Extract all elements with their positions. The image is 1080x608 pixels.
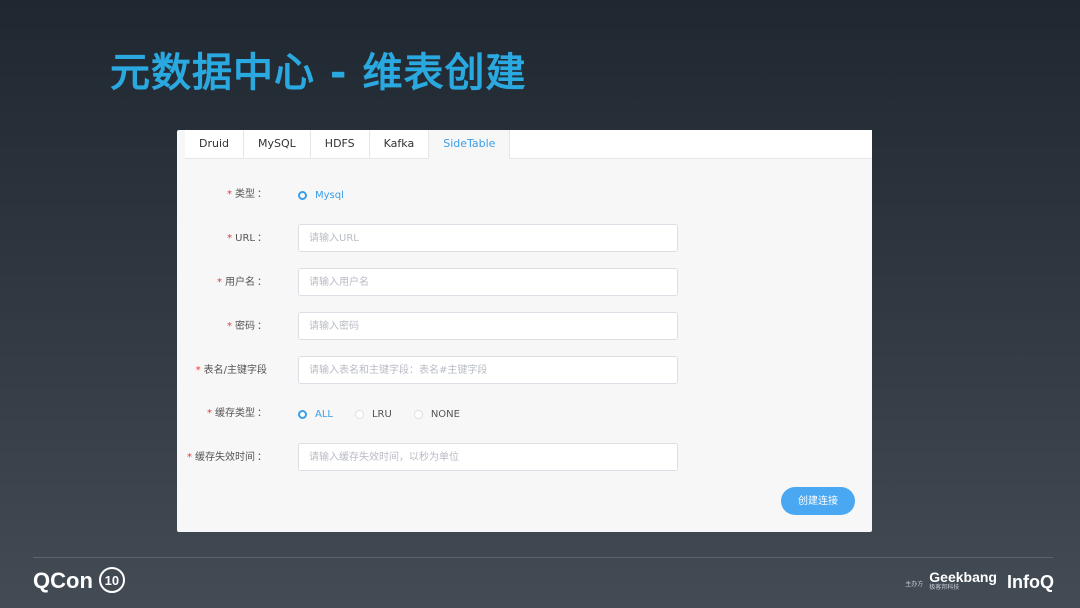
cache-ttl-row: * 缓存失效时间： bbox=[177, 443, 872, 473]
password-input[interactable] bbox=[298, 312, 678, 340]
colon: ： bbox=[257, 452, 267, 463]
cache-type-row: * 缓存类型： ALL LRU NONE bbox=[177, 399, 872, 429]
type-radio-group: Mysql bbox=[298, 180, 366, 210]
type-label-text: 类型 bbox=[235, 189, 255, 200]
radio-mysql-label: Mysql bbox=[315, 189, 344, 201]
url-input[interactable] bbox=[298, 224, 678, 252]
password-label: * 密码： bbox=[227, 312, 267, 342]
url-label-text: URL bbox=[235, 233, 255, 244]
required-mark: * bbox=[187, 452, 192, 463]
cache-type-label: * 缓存类型： bbox=[207, 399, 267, 429]
type-label: * 类型： bbox=[227, 180, 267, 210]
radio-unchecked-icon bbox=[413, 409, 423, 419]
required-mark: * bbox=[207, 408, 212, 419]
username-label: * 用户名： bbox=[217, 268, 267, 298]
colon: ： bbox=[257, 233, 267, 244]
radio-lru-label: LRU bbox=[371, 408, 392, 420]
radio-none-label: NONE bbox=[430, 408, 460, 420]
cache-ttl-input[interactable] bbox=[298, 443, 678, 471]
radio-all-label: ALL bbox=[315, 408, 333, 420]
tab-kafka[interactable]: Kafka bbox=[370, 130, 430, 158]
slide-title: 元数据中心 - 维表创建 bbox=[110, 50, 527, 96]
table-label-text: 表名/主键字段 bbox=[203, 365, 267, 376]
table-label: * 表名/主键字段 bbox=[196, 356, 267, 386]
qcon-logo-text: QCon bbox=[33, 568, 93, 593]
type-row: * 类型： Mysql bbox=[177, 180, 872, 210]
password-label-text: 密码 bbox=[235, 321, 255, 332]
geekbang-subtitle: 极客邦科技 bbox=[929, 585, 960, 591]
cache-ttl-label: * 缓存失效时间： bbox=[187, 443, 267, 473]
required-mark: * bbox=[227, 233, 233, 244]
required-mark: * bbox=[227, 189, 232, 200]
required-mark: * bbox=[195, 365, 201, 376]
url-row: * URL： bbox=[177, 224, 872, 254]
qcon-10-logo-icon: 10 bbox=[98, 567, 125, 593]
geekbang-logo-text: Geekbang bbox=[929, 569, 997, 585]
username-label-text: 用户名 bbox=[225, 277, 255, 288]
url-label: * URL： bbox=[227, 224, 267, 254]
radio-all[interactable]: ALL bbox=[298, 409, 333, 420]
username-input[interactable] bbox=[298, 268, 678, 296]
tab-hdfs[interactable]: HDFS bbox=[311, 130, 370, 158]
username-row: * 用户名： bbox=[177, 268, 872, 298]
qcon-logo: QCon 10 bbox=[33, 567, 125, 594]
colon: ： bbox=[257, 408, 267, 419]
cache-type-radio-group: ALL LRU NONE bbox=[298, 399, 482, 429]
cache-type-label-text: 缓存类型 bbox=[215, 408, 255, 419]
geekbang-logo: Geekbang 极客邦科技 bbox=[929, 570, 997, 592]
infoq-logo: InfoQ bbox=[1007, 572, 1054, 592]
radio-mysql[interactable]: Mysql bbox=[298, 190, 344, 201]
form-panel: Druid MySQL HDFS Kafka SideTable * 类型： My… bbox=[177, 130, 872, 532]
required-mark: * bbox=[217, 277, 222, 288]
tab-sidetable[interactable]: SideTable bbox=[429, 130, 511, 159]
create-connection-button[interactable]: 创建连接 bbox=[781, 487, 855, 515]
sponsor-logos: 主办方 Geekbang 极客邦科技 InfoQ bbox=[905, 570, 1054, 592]
footer-divider bbox=[33, 557, 1053, 558]
tab-mysql[interactable]: MySQL bbox=[244, 130, 311, 158]
tab-bar: Druid MySQL HDFS Kafka SideTable bbox=[185, 130, 872, 159]
colon: ： bbox=[257, 321, 267, 332]
radio-lru[interactable]: LRU bbox=[354, 408, 392, 420]
table-row: * 表名/主键字段 bbox=[177, 356, 872, 386]
radio-unchecked-icon bbox=[354, 409, 364, 419]
required-mark: * bbox=[227, 321, 232, 332]
password-row: * 密码： bbox=[177, 312, 872, 342]
colon: ： bbox=[257, 189, 267, 200]
colon: ： bbox=[257, 277, 267, 288]
radio-none[interactable]: NONE bbox=[413, 408, 460, 420]
radio-checked-icon bbox=[298, 190, 307, 200]
cache-ttl-label-text: 缓存失效时间 bbox=[195, 452, 255, 463]
host-label: 主办方 bbox=[905, 582, 924, 588]
tab-druid[interactable]: Druid bbox=[185, 130, 245, 158]
table-key-input[interactable] bbox=[298, 356, 678, 384]
radio-checked-icon bbox=[298, 409, 307, 419]
